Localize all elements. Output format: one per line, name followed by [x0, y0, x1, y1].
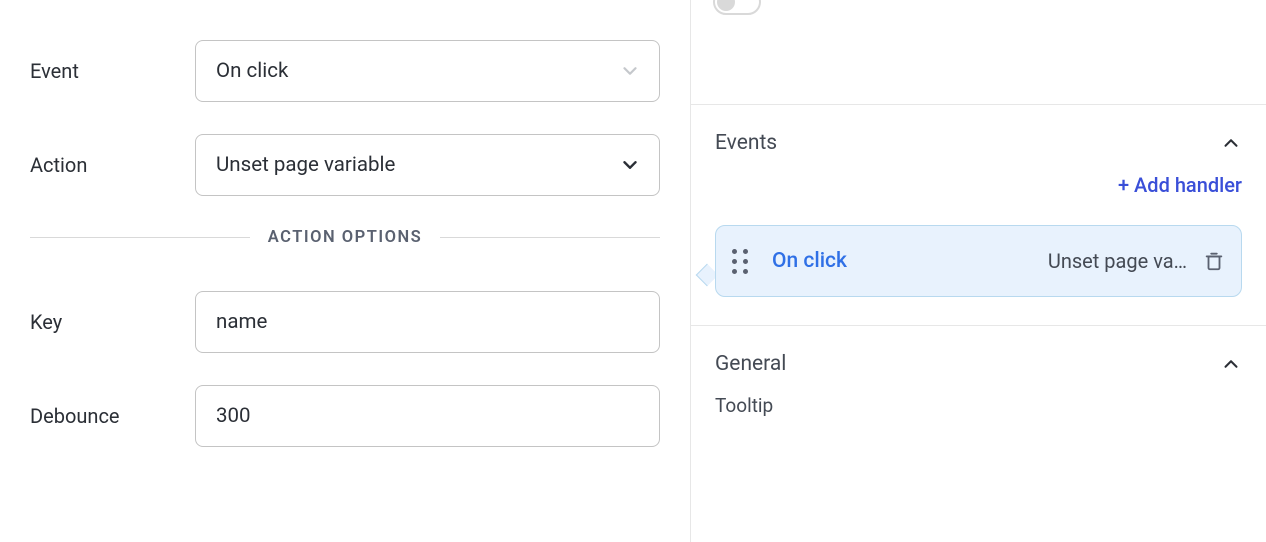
debounce-row: Debounce: [30, 385, 660, 447]
handler-list: On click Unset page va…: [691, 225, 1266, 325]
key-label: Key: [30, 310, 195, 334]
action-row: Action Unset page variable: [30, 134, 660, 196]
inspector-panel: Events + Add handler On click Unset page…: [690, 0, 1266, 542]
chevron-up-icon: [1220, 132, 1242, 154]
tooltip-label: Tooltip: [715, 394, 1242, 417]
general-section: General Tooltip: [691, 325, 1266, 435]
chevron-down-icon: [619, 60, 641, 82]
events-section-header[interactable]: Events: [691, 105, 1266, 173]
chevron-up-icon: [1220, 353, 1242, 375]
events-section: Events + Add handler On click Unset page…: [691, 104, 1266, 325]
debounce-label: Debounce: [30, 404, 195, 428]
general-section-header[interactable]: General: [691, 326, 1266, 394]
events-section-title: Events: [715, 131, 777, 155]
divider-line: [440, 237, 660, 238]
event-select-value: On click: [216, 59, 288, 83]
toggle-switch[interactable]: [713, 0, 761, 15]
chevron-down-icon: [619, 154, 641, 176]
event-label: Event: [30, 59, 195, 83]
divider-label: ACTION OPTIONS: [250, 228, 440, 247]
toggle-knob: [717, 0, 735, 11]
action-select[interactable]: Unset page variable: [195, 134, 660, 196]
debounce-input[interactable]: [195, 385, 660, 447]
general-section-title: General: [715, 352, 786, 376]
trash-icon[interactable]: [1203, 249, 1225, 273]
drag-handle-icon[interactable]: [732, 249, 752, 274]
action-label: Action: [30, 153, 195, 177]
add-handler-link[interactable]: + Add handler: [1118, 173, 1242, 197]
handler-event-label: On click: [772, 249, 847, 273]
key-row: Key: [30, 291, 660, 353]
handler-action-label: Unset page va…: [1048, 249, 1187, 273]
action-options-divider: ACTION OPTIONS: [30, 228, 660, 247]
handler-config-panel: Event On click Action Unset page variabl…: [0, 0, 690, 542]
toggle-area: [691, 0, 1266, 26]
handler-card[interactable]: On click Unset page va…: [715, 225, 1242, 297]
action-select-value: Unset page variable: [216, 153, 395, 177]
event-select[interactable]: On click: [195, 40, 660, 102]
key-input[interactable]: [195, 291, 660, 353]
event-row: Event On click: [30, 40, 660, 102]
divider-line: [30, 237, 250, 238]
